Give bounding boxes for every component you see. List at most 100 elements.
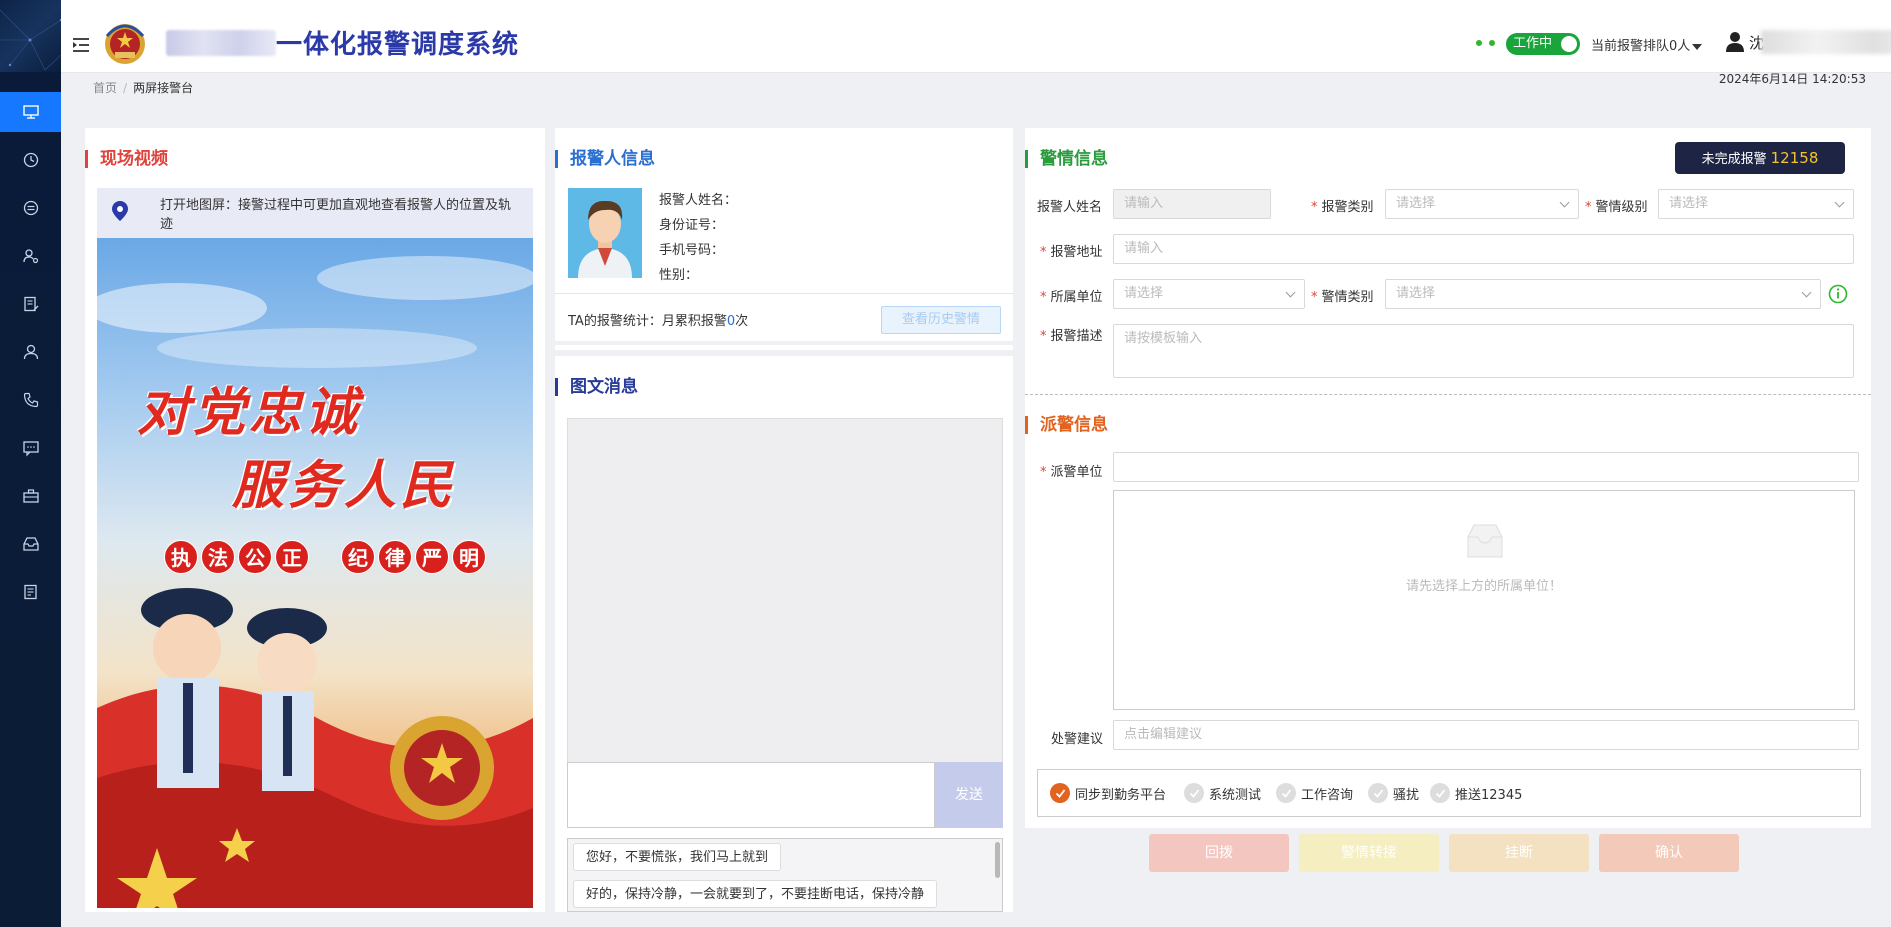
chevron-down-icon [1801,287,1812,298]
sidebar-item-inbox[interactable] [0,524,61,564]
view-history-button[interactable]: 查看历史警情 [881,306,1001,334]
breadcrumb: 首页 / 两屏接警台 [93,79,193,96]
reporter-name-input[interactable]: 请输入 [1113,189,1271,219]
dispatch-unit-input[interactable] [1113,452,1859,482]
checkbox-checked-icon [1050,783,1070,803]
reporter-stats-bar: TA的报警统计：月累积报警0次 查看历史警情 [555,293,1013,345]
option-harassment[interactable]: 骚扰 [1368,783,1419,803]
incomplete-alarms-button[interactable]: 未完成报警 12158 [1675,142,1845,174]
alarm-level-select[interactable]: 请选择 [1658,189,1854,219]
description-textarea[interactable]: 请按模板输入 [1113,324,1854,378]
motto-char: 执 [164,540,198,574]
confirm-button[interactable]: 确认 [1599,834,1739,872]
report-type-select[interactable]: 请选择 [1385,189,1579,219]
alarm-level-placeholder: 请选择 [1669,196,1709,211]
phone-icon [23,392,38,408]
quick-reply-item[interactable]: 好的，保持冷静，一会就要到了，不要挂断电话，保持冷静 [573,880,938,908]
message-input[interactable] [567,762,935,828]
address-input[interactable]: 请输入 [1113,234,1854,264]
report-type-placeholder: 请选择 [1396,196,1436,211]
location-pin-icon [112,201,128,221]
message-panel: 图文消息 发送 您好，不要慌张，我们马上就到 好的，保持冷静，一会就要到了，不要… [555,356,1013,912]
info-icon[interactable] [1828,284,1848,304]
chevron-down-icon [1559,197,1570,208]
unit-field-label: * 所属单位 [1040,290,1103,305]
sidebar-item-monitor[interactable] [0,92,61,132]
reporter-name-label: 报警人姓名： [659,193,738,208]
checkbox-unchecked-icon [1430,783,1450,803]
option-push-12345[interactable]: 推送12345 [1430,783,1522,803]
history-icon [23,152,38,168]
sidebar-item-phone[interactable] [0,380,61,420]
breadcrumb-current: 两屏接警台 [133,81,194,95]
alarm-type-field-label: * 警情类别 [1311,290,1374,305]
dispatch-unit-list: 请先选择上方的所属单位！ [1113,490,1855,710]
caret-down-icon [1692,43,1703,50]
send-button[interactable]: 发送 [935,762,1003,828]
sidebar-item-briefcase[interactable] [0,476,61,516]
callback-button[interactable]: 回拨 [1149,834,1289,872]
quick-reply-item[interactable]: 您好，不要慌张，我们马上就到 [573,843,782,871]
report-edit-icon [23,296,38,312]
empty-inbox-icon [1467,524,1503,558]
stats-count: 0 [726,314,736,329]
sidebar-item-report-edit[interactable] [0,284,61,324]
sidebar-item-document-edit[interactable] [0,572,61,612]
alarm-type-select[interactable]: 请选择 [1385,279,1821,309]
motto-char: 律 [378,540,412,574]
option-work-consult[interactable]: 工作咨询 [1276,783,1353,803]
hangup-button[interactable]: 挂断 [1449,834,1589,872]
stats-prefix: TA的报警统计：月累积报警 [568,314,727,329]
message-panel-title: 图文消息 [555,378,638,396]
map-tip-text: 打开地图屏：接警过程中可更加直观地查看报警人的位置及轨迹 [160,198,512,232]
chevron-down-icon [1834,197,1845,208]
message-icon [22,441,39,457]
motto-char: 正 [275,540,309,574]
open-map-tip[interactable]: 打开地图屏：接警过程中可更加直观地查看报警人的位置及轨迹 [97,188,533,238]
option-label: 推送12345 [1455,787,1523,803]
alarm-info-panel: 警情信息 未完成报警 12158 报警人姓名 请输入 * 报警类别 请选择 * 警情级… [1025,128,1871,828]
quick-reply-scrollbar[interactable] [995,842,1000,878]
sidebar-item-exchange[interactable] [0,188,61,228]
alarm-type-placeholder: 请选择 [1396,286,1436,301]
reporter-gender-label: 性别： [659,268,699,283]
user-settings-icon [22,249,38,264]
reporter-phone-label: 手机号码： [659,243,725,258]
address-field-label: * 报警地址 [1040,245,1103,260]
reporter-details: 报警人姓名： 身份证号： 手机号码： 性别： [659,188,737,288]
top-header: 一体化报警调度系统 工作中 当前报警排队0人 沈 [61,0,1891,73]
app-title: 一体化报警调度系统 [276,30,520,60]
poster-motto: 执 法 公 正 纪 律 严 明 [164,540,486,574]
motto-char: 严 [415,540,449,574]
inbox-icon [22,537,39,551]
user-name-redacted-region [1761,30,1891,54]
unit-select[interactable]: 请选择 [1113,279,1305,309]
report-type-field-label: * 报警类别 [1311,200,1374,215]
message-history-area [567,418,1003,763]
queue-dropdown[interactable]: 当前报警排队0人 [1591,35,1703,54]
transfer-alarm-button[interactable]: 警情转接 [1299,834,1439,872]
option-label: 工作咨询 [1301,787,1354,803]
menu-toggle-icon[interactable] [71,36,91,54]
checkbox-unchecked-icon [1368,783,1388,803]
monitor-icon [22,105,39,119]
work-status-toggle[interactable]: 工作中 [1506,33,1580,55]
section-divider [1025,394,1871,395]
reporter-panel-title: 报警人信息 [555,150,655,168]
breadcrumb-home[interactable]: 首页 [93,81,117,95]
suggestion-input[interactable]: 点击编辑建议 [1113,720,1859,750]
option-system-test[interactable]: 系统测试 [1184,783,1261,803]
description-field-label: * 报警描述 [1040,329,1103,344]
suggestion-field-label: 处警建议 [1051,732,1104,747]
propaganda-poster-image: 对党忠诚 服务人民 执 法 公 正 纪 律 严 明 [97,238,533,908]
sidebar-item-history[interactable] [0,140,61,180]
status-indicator [1476,40,1495,46]
sidebar-item-person[interactable] [0,332,61,372]
sidebar-item-user-settings[interactable] [0,236,61,276]
option-sync-platform[interactable]: 同步到勤务平台 [1050,783,1166,803]
person-icon [23,344,38,360]
motto-char: 明 [452,540,486,574]
sidebar-item-message[interactable] [0,428,61,468]
incomplete-label: 未完成报警 [1701,152,1767,167]
poster-slogan-line1: 对党忠诚 [137,382,362,443]
